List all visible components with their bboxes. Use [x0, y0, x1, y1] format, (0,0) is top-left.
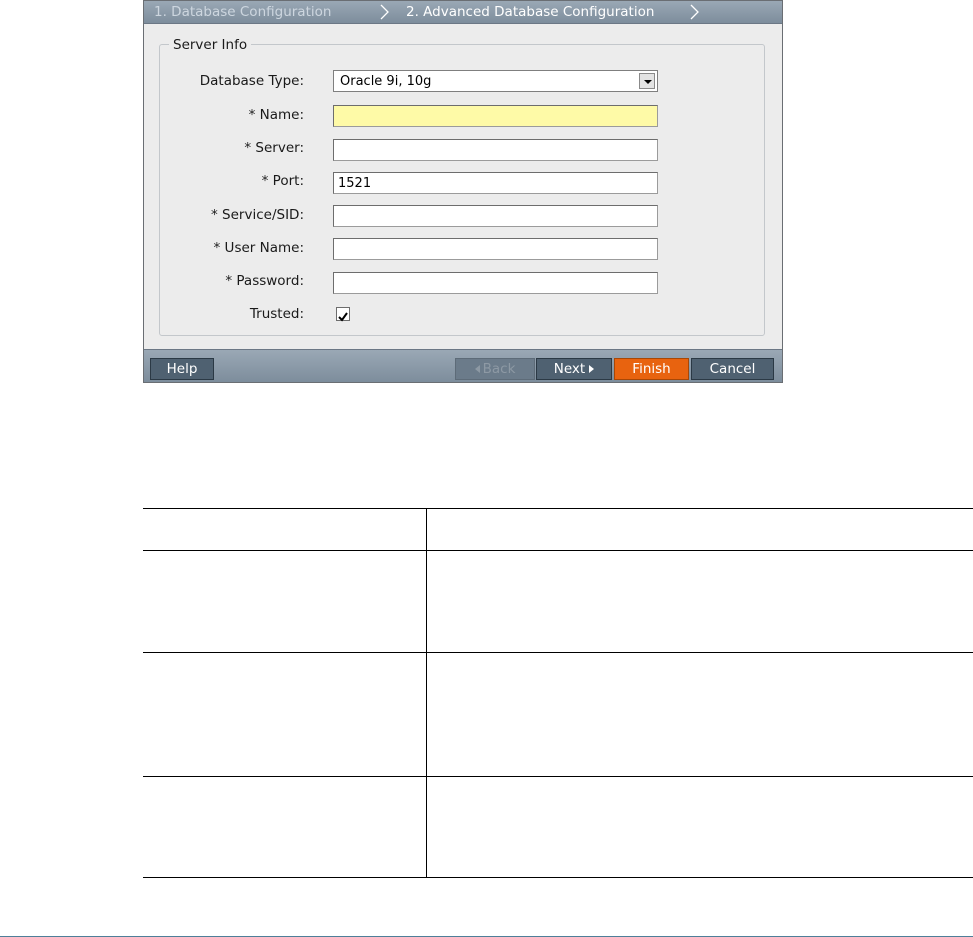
back-button[interactable]: Back [455, 358, 535, 380]
cancel-button[interactable]: Cancel [691, 358, 774, 380]
help-button[interactable]: Help [150, 358, 214, 380]
name-input[interactable] [333, 105, 658, 127]
database-type-select[interactable]: Oracle 9i, 10g [333, 70, 658, 92]
table-bottom-rule [143, 877, 973, 878]
table-column-divider [426, 508, 427, 878]
chevron-right-icon [690, 4, 699, 20]
table-row-rule [143, 652, 973, 653]
wizard-dialog: 1. Database Configuration 2. Advanced Da… [143, 0, 783, 383]
table-row-rule [143, 776, 973, 777]
arrow-left-icon [474, 365, 480, 373]
checkmark-icon [338, 312, 348, 322]
port-label: * Port: [261, 173, 304, 189]
server-label: * Server: [244, 140, 304, 156]
button-bar: Help Back Next Finish Cancel [144, 349, 782, 382]
arrow-right-icon [589, 365, 595, 373]
chevron-right-icon [380, 4, 389, 20]
service-sid-label: * Service/SID: [211, 207, 304, 223]
finish-button-label: Finish [632, 361, 671, 377]
name-label: * Name: [248, 107, 304, 123]
table-top-rule [143, 508, 973, 509]
next-button[interactable]: Next [536, 358, 612, 380]
wizard-steps-bar: 1. Database Configuration 2. Advanced Da… [144, 1, 782, 24]
help-button-label: Help [166, 361, 198, 377]
password-input[interactable] [333, 272, 658, 294]
finish-button[interactable]: Finish [614, 358, 689, 380]
trusted-checkbox[interactable] [336, 307, 350, 322]
step-advanced-database-configuration[interactable]: 2. Advanced Database Configuration [406, 4, 654, 20]
user-name-label: * User Name: [213, 240, 304, 256]
user-name-input[interactable] [333, 238, 658, 260]
database-type-label: Database Type: [199, 73, 304, 89]
table-header-rule [143, 550, 973, 551]
database-type-value: Oracle 9i, 10g [340, 74, 432, 89]
back-button-label: Back [482, 361, 516, 377]
chevron-down-icon[interactable] [639, 73, 655, 89]
password-label: * Password: [225, 273, 304, 289]
server-info-legend: Server Info [169, 37, 252, 53]
server-input[interactable] [333, 139, 658, 161]
service-sid-input[interactable] [333, 205, 658, 227]
next-button-label: Next [553, 361, 586, 377]
trusted-label: Trusted: [249, 306, 304, 322]
cancel-button-label: Cancel [709, 361, 756, 377]
port-input[interactable] [333, 172, 658, 194]
step-database-configuration[interactable]: 1. Database Configuration [154, 4, 331, 20]
